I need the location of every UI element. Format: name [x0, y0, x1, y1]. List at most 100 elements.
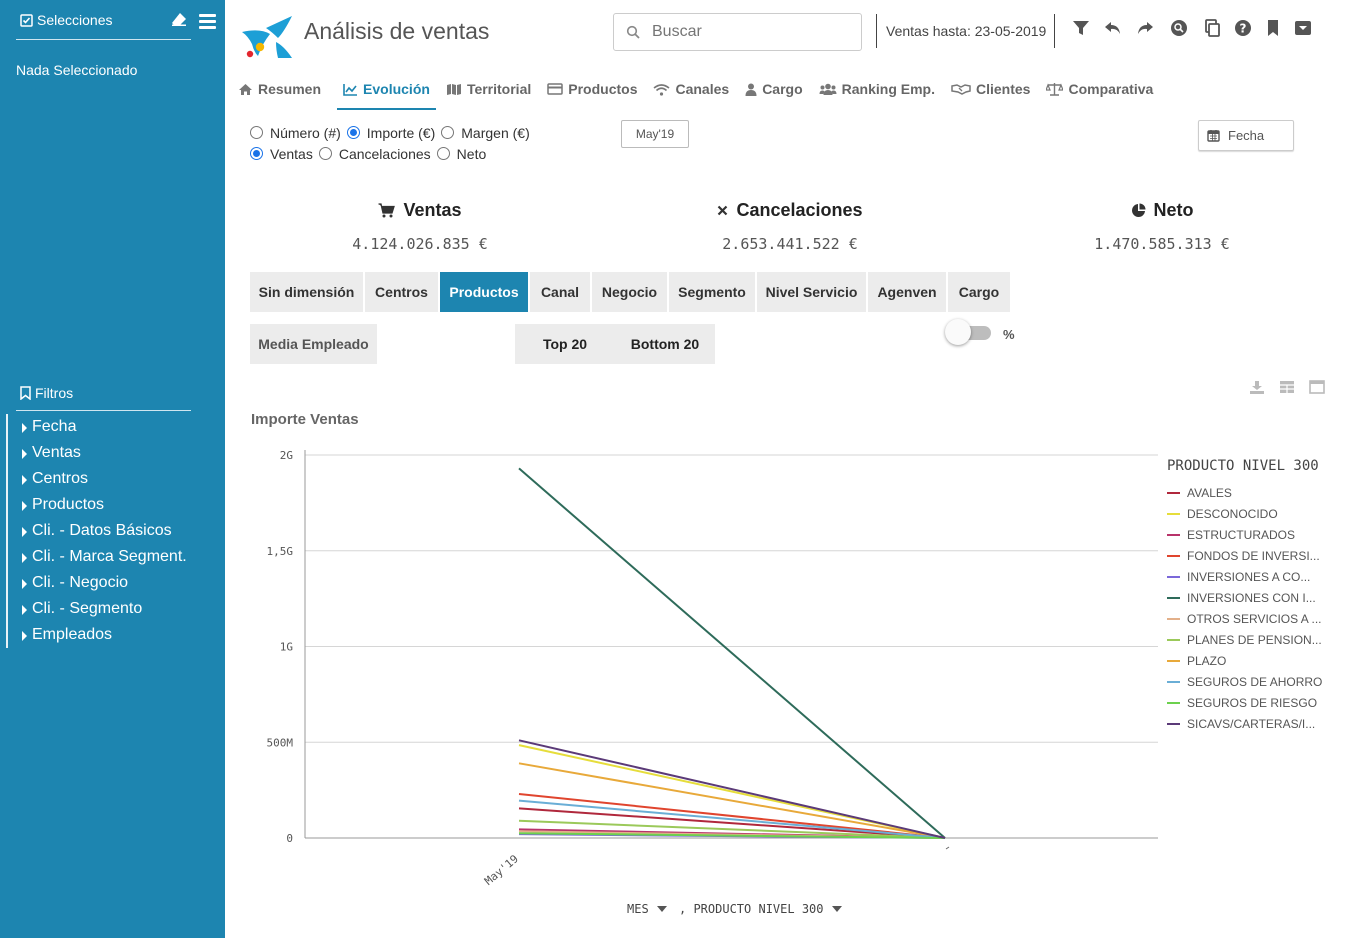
- date-button[interactable]: Fecha: [1198, 120, 1294, 151]
- times-icon: [718, 205, 728, 216]
- home-icon: [239, 83, 252, 95]
- bottom-20-button[interactable]: Bottom 20: [615, 324, 715, 364]
- filter-item-productos[interactable]: Productos: [8, 492, 206, 518]
- kpi-neto-value: 1.470.585.313 €: [1094, 235, 1230, 253]
- filter-list: Fecha Ventas Centros Productos Cli. - Da…: [6, 414, 206, 648]
- filter-item-cli-marca-segment[interactable]: Cli. - Marca Segment.: [8, 544, 206, 570]
- tab-clientes[interactable]: Clientes: [943, 68, 1038, 110]
- tab-productos[interactable]: Productos: [539, 68, 645, 110]
- y-tick-label: 1,5G: [267, 545, 294, 558]
- tab-comparativa[interactable]: Comparativa: [1038, 68, 1161, 110]
- filter-item-empleados[interactable]: Empleados: [8, 622, 206, 648]
- dropdown-box-icon[interactable]: [1293, 18, 1313, 38]
- redo-icon[interactable]: [1135, 18, 1155, 38]
- balance-icon: [1046, 83, 1064, 96]
- legend-label: DESCONOCIDO: [1187, 507, 1278, 521]
- dim-productos[interactable]: Productos: [440, 272, 528, 312]
- radio-numero[interactable]: Número (#): [250, 125, 341, 141]
- chart-title: Importe Ventas: [251, 411, 359, 428]
- selections-title[interactable]: Selecciones: [20, 12, 113, 28]
- filter-item-fecha[interactable]: Fecha: [8, 414, 206, 440]
- legend-label: SEGUROS DE RIESGO: [1187, 696, 1317, 710]
- media-empleado-button[interactable]: Media Empleado: [250, 324, 377, 364]
- legend-label: PLANES DE PENSION...: [1187, 633, 1322, 647]
- kpi-cancelaciones: Cancelaciones 2.653.441.522 €: [640, 200, 940, 253]
- caret-down-icon: [831, 906, 842, 912]
- search-circle-icon[interactable]: [1169, 18, 1189, 38]
- series-line: [518, 467, 946, 839]
- dim-cargo[interactable]: Cargo: [948, 272, 1010, 312]
- filter-item-cli-negocio[interactable]: Cli. - Negocio: [8, 570, 206, 596]
- y-tick-label: 2G: [280, 449, 293, 462]
- dim-sin-dimension[interactable]: Sin dimensión: [250, 272, 363, 312]
- main-tabs: Resumen Evolución Territorial Productos …: [230, 68, 1161, 110]
- search-input[interactable]: [652, 20, 852, 44]
- copy-icon[interactable]: [1202, 18, 1222, 38]
- dim-negocio[interactable]: Negocio: [592, 272, 667, 312]
- menu-icon[interactable]: [199, 14, 216, 30]
- filters-header: Filtros: [16, 380, 191, 411]
- user-icon: [745, 83, 757, 96]
- kpi-cancelaciones-value: 2.653.441.522 €: [722, 235, 858, 253]
- caret-right-icon: [22, 631, 27, 641]
- help-icon[interactable]: ?: [1233, 18, 1253, 38]
- percent-label: %: [1003, 327, 1015, 342]
- legend-label: AVALES: [1187, 486, 1232, 500]
- brand-logo: [242, 16, 292, 58]
- caret-right-icon: [22, 501, 27, 511]
- selections-header: Selecciones: [16, 8, 191, 40]
- tab-resumen[interactable]: Resumen: [230, 68, 329, 110]
- filter-icon[interactable]: [1071, 18, 1091, 38]
- eraser-icon[interactable]: [171, 12, 187, 26]
- caret-down-icon: [656, 906, 667, 912]
- percent-toggle[interactable]: [945, 319, 993, 345]
- legend-label: ESTRUCTURADOS: [1187, 528, 1295, 542]
- filter-item-cli-datos-basicos[interactable]: Cli. - Datos Básicos: [8, 518, 206, 544]
- caret-right-icon: [22, 475, 27, 485]
- filter-item-centros[interactable]: Centros: [8, 466, 206, 492]
- dim-nivel-servicio[interactable]: Nivel Servicio: [757, 272, 866, 312]
- top-20-button[interactable]: Top 20: [515, 324, 615, 364]
- tab-evolucion[interactable]: Evolución: [335, 68, 438, 110]
- bookmark-icon[interactable]: [1264, 18, 1284, 38]
- top-bottom-group: Top 20 Bottom 20: [515, 324, 715, 364]
- nothing-selected-text: Nada Seleccionado: [16, 62, 138, 78]
- tab-territorial[interactable]: Territorial: [438, 68, 539, 110]
- line-chart: 0 500M 1G 1,5G 2G May'19 PRODUCTO NIVEL 300 AVA…: [267, 449, 1323, 888]
- x-selector-producto[interactable]: , PRODUCTO NIVEL 300: [679, 902, 842, 916]
- legend-title: PRODUCTO NIVEL 300: [1167, 458, 1319, 474]
- caret-right-icon: [22, 423, 27, 433]
- legend-label: SEGUROS DE AHORRO: [1187, 675, 1322, 689]
- legend-label: INVERSIONES CON I...: [1187, 591, 1316, 605]
- caret-right-icon: [22, 605, 27, 615]
- search-icon: [626, 25, 640, 39]
- users-icon: [819, 83, 837, 95]
- radio-importe[interactable]: Importe (€): [346, 125, 435, 141]
- dim-agenven[interactable]: Agenven: [868, 272, 946, 312]
- dim-segmento[interactable]: Segmento: [669, 272, 755, 312]
- tab-canales[interactable]: Canales: [645, 68, 737, 110]
- legend-label: SICAVS/CARTERAS/I...: [1187, 717, 1315, 731]
- filter-item-cli-segmento[interactable]: Cli. - Segmento: [8, 596, 206, 622]
- radio-cancelaciones[interactable]: Cancelaciones: [318, 146, 431, 162]
- search-box[interactable]: [613, 13, 862, 51]
- download-icon[interactable]: [1249, 380, 1265, 394]
- fullscreen-icon[interactable]: [1309, 380, 1325, 394]
- table-view-icon[interactable]: [1279, 380, 1295, 394]
- radio-neto[interactable]: Neto: [436, 146, 486, 162]
- undo-icon[interactable]: [1103, 18, 1123, 38]
- x-selector-mes[interactable]: MES: [627, 902, 667, 916]
- tab-ranking-emp[interactable]: Ranking Emp.: [811, 68, 943, 110]
- radio-margen[interactable]: Margen (€): [441, 125, 530, 141]
- period-button[interactable]: May'19: [621, 120, 689, 148]
- tab-cargo[interactable]: Cargo: [737, 68, 810, 110]
- x-tick-mark: [945, 846, 950, 850]
- caret-right-icon: [22, 527, 27, 537]
- dim-canal[interactable]: Canal: [530, 272, 590, 312]
- dim-centros[interactable]: Centros: [365, 272, 438, 312]
- svg-text:?: ?: [1240, 22, 1247, 36]
- legend-label: PLAZO: [1187, 654, 1226, 668]
- filter-item-ventas[interactable]: Ventas: [8, 440, 206, 466]
- legend-label: FONDOS DE INVERSI...: [1187, 549, 1320, 563]
- radio-ventas[interactable]: Ventas: [250, 146, 313, 162]
